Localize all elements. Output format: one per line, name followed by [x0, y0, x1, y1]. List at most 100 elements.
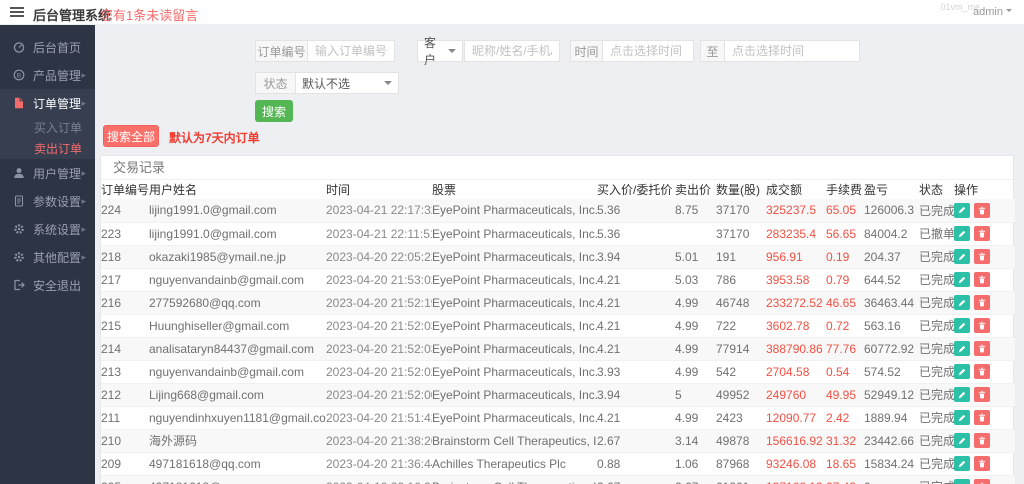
- table-row: 210 海外源码 2023-04-20 21:38:26 Brainstorm Cel…: [101, 429, 1015, 453]
- sidebar-item-logout[interactable]: 安全退出: [0, 271, 95, 299]
- sidebar-item-sell-orders[interactable]: 卖出订单: [0, 138, 95, 159]
- edit-button[interactable]: [954, 364, 970, 380]
- chevron-down-icon: [448, 49, 456, 57]
- sidebar-item-users[interactable]: 用户管理 ▸: [0, 159, 95, 187]
- delete-button[interactable]: [974, 341, 990, 357]
- admin-page: 后台管理系统 您有1条未读留言 01vm_me admin 后台首页 B 产品管理 ▸…: [0, 0, 1024, 484]
- cell-time: 2023-04-19 22:16:34: [326, 475, 432, 484]
- search-hint-text: 默认为7天内订单: [169, 131, 260, 145]
- cell-fee: 46.65: [826, 291, 864, 315]
- cell-buy: 4.21: [597, 268, 675, 292]
- sidebar-item-params[interactable]: 参数设置 ▸: [0, 187, 95, 215]
- cell-buy: 4.21: [597, 337, 675, 361]
- unread-message-notice[interactable]: 您有1条未读留言: [100, 5, 198, 24]
- admin-user-menu[interactable]: admin: [973, 6, 1012, 18]
- edit-button[interactable]: [954, 456, 970, 472]
- cell-fee: 56.65: [826, 222, 864, 246]
- delete-button[interactable]: [974, 364, 990, 380]
- edit-button[interactable]: [954, 387, 970, 403]
- cell-status: 已完成: [919, 452, 954, 476]
- edit-button[interactable]: [954, 341, 970, 357]
- other-icon: [13, 251, 26, 264]
- cell-status: 已完成: [919, 245, 954, 269]
- search-button[interactable]: 搜索: [255, 100, 293, 122]
- delete-button[interactable]: [974, 410, 990, 426]
- table-row: 217 nguyenvandainb@gmail.com 2023-04-20 21…: [101, 268, 1015, 292]
- table-row: 209 497181618@qq.com 2023-04-20 21:36:44 Ac…: [101, 452, 1015, 476]
- cell-sell: [675, 222, 716, 246]
- edit-button[interactable]: [954, 318, 970, 334]
- cell-stock: EyePoint Pharmaceuticals, Inc.: [432, 406, 597, 430]
- edit-button[interactable]: [954, 272, 970, 288]
- edit-button[interactable]: [954, 295, 970, 311]
- delete-button[interactable]: [974, 202, 990, 218]
- cell-qty: 2423: [716, 406, 766, 430]
- cell-profit: 126006.3: [864, 199, 919, 223]
- table-row: 223 lijing1991.0@gmail.com 2023-04-21 22:1…: [101, 222, 1015, 246]
- order-no-input[interactable]: [307, 40, 395, 62]
- time-from-input[interactable]: [602, 40, 694, 62]
- delete-button[interactable]: [974, 433, 990, 449]
- cell-amount: 249760: [766, 383, 826, 407]
- delete-button[interactable]: [974, 249, 990, 265]
- time-to-filter-group: 至: [700, 40, 860, 62]
- cell-user: Lijing668@gmail.com: [149, 383, 326, 407]
- edit-button[interactable]: [954, 433, 970, 449]
- cell-actions: [954, 291, 1015, 315]
- table-row: 224 lijing1991.0@gmail.com 2023-04-21 22:1…: [101, 199, 1015, 223]
- cell-amount: 3602.78: [766, 314, 826, 338]
- cell-profit: 36463.44: [864, 291, 919, 315]
- delete-button[interactable]: [974, 479, 990, 484]
- cell-amount: 283235.4: [766, 222, 826, 246]
- sidebar-item-buy-orders[interactable]: 买入订单: [0, 117, 95, 138]
- time-to-input[interactable]: [724, 40, 860, 62]
- cell-actions: [954, 199, 1015, 223]
- cell-user: lijing1991.0@gmail.com: [149, 199, 326, 223]
- edit-button[interactable]: [954, 249, 970, 265]
- cell-stock: Brainstorm Cell Therapeutics, Inc.: [432, 475, 597, 484]
- table-header-row: 订单编号 用户姓名 时间 股票 买入价/委托价 卖出价 数量(股) 成交额 手续费 盈亏 状态 操作: [101, 180, 1015, 199]
- product-icon: B: [13, 69, 26, 82]
- sidebar-item-system[interactable]: 系统设置 ▸: [0, 215, 95, 243]
- cell-id: 214: [101, 337, 149, 361]
- sidebar-item-home[interactable]: 后台首页: [0, 33, 95, 61]
- delete-button[interactable]: [974, 226, 990, 242]
- edit-button[interactable]: [954, 202, 970, 218]
- sidebar-item-other[interactable]: 其他配置 ▸: [0, 243, 95, 271]
- delete-button[interactable]: [974, 318, 990, 334]
- delete-button[interactable]: [974, 272, 990, 288]
- delete-button[interactable]: [974, 387, 990, 403]
- edit-button[interactable]: [954, 410, 970, 426]
- customer-type-select[interactable]: 客户: [417, 36, 463, 67]
- cell-time: 2023-04-20 21:52:02: [326, 360, 432, 384]
- hamburger-menu-icon[interactable]: [10, 11, 24, 13]
- column-header: 时间: [326, 183, 351, 197]
- delete-button[interactable]: [974, 295, 990, 311]
- cell-user: 497181618@qq.com: [149, 452, 326, 476]
- search-all-button[interactable]: 搜索全部: [103, 125, 159, 147]
- cell-sell: 5.03: [675, 268, 716, 292]
- column-header: 买入价/委托价: [597, 183, 673, 197]
- sidebar-item-label: 产品管理: [33, 68, 82, 83]
- delete-button[interactable]: [974, 456, 990, 472]
- cell-buy: 4.21: [597, 314, 675, 338]
- cell-status: 已完成: [919, 406, 954, 430]
- customer-search-input[interactable]: [464, 40, 560, 62]
- sidebar-item-orders[interactable]: 订单管理 ▸: [0, 89, 95, 117]
- cell-actions: [954, 222, 1015, 246]
- edit-button[interactable]: [954, 479, 970, 484]
- cell-id: 211: [101, 406, 149, 430]
- column-header: 手续费: [826, 183, 863, 197]
- cell-sell: 4.99: [675, 291, 716, 315]
- cell-amount: 93246.08: [766, 452, 826, 476]
- cell-amount: 137162.13: [766, 475, 826, 484]
- cell-sell: 5.01: [675, 245, 716, 269]
- sidebar-item-label: 卖出订单: [34, 142, 83, 156]
- params-icon: [13, 194, 26, 208]
- cell-fee: 77.76: [826, 337, 864, 361]
- sidebar-item-products[interactable]: B 产品管理 ▸: [0, 61, 95, 89]
- edit-button[interactable]: [954, 226, 970, 242]
- status-select[interactable]: 默认不选: [295, 72, 399, 94]
- column-header: 盈亏: [864, 183, 889, 197]
- column-header: 用户姓名: [149, 183, 198, 197]
